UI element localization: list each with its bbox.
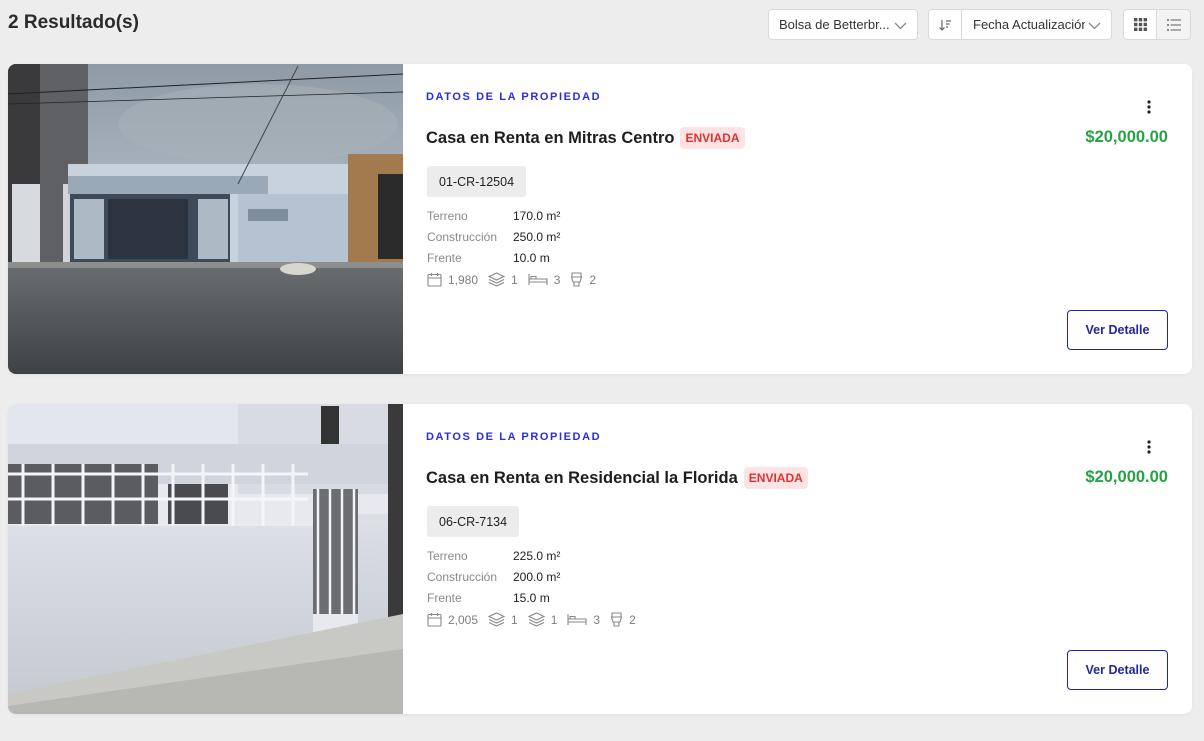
spec-value-frente: 15.0 m [513, 591, 550, 605]
floors-icon [488, 272, 506, 287]
chevron-down-icon [894, 22, 907, 30]
spec-label-terreno: Terreno [427, 549, 468, 563]
spec-label-frente: Frente [427, 591, 462, 605]
listing-card: DATOS DE LA PROPIEDAD Casa en Renta en R… [8, 404, 1192, 714]
property-price: $20,000.00 [1085, 128, 1168, 146]
status-badge: ENVIADA [743, 467, 808, 489]
sort-field-value: Fecha Actualización [973, 17, 1085, 32]
floors-count-secondary: 1 [550, 612, 558, 627]
amenities-row: 1,980 1 3 2 [427, 272, 606, 287]
section-label: DATOS DE LA PROPIEDAD [426, 431, 602, 443]
year-built: 2,005 [448, 612, 479, 627]
bathrooms-count: 2 [629, 612, 636, 627]
bed-icon [567, 614, 587, 625]
view-detail-button[interactable]: Ver Detalle [1067, 310, 1168, 350]
grid-view-icon [1133, 18, 1147, 31]
floors-count: 1 [511, 272, 518, 287]
floors-icon [488, 612, 506, 627]
toilet-icon [610, 612, 623, 627]
amenities-row: 2,005 1 1 3 2 [427, 612, 646, 627]
grid-view-button[interactable] [1123, 9, 1157, 40]
view-detail-button[interactable]: Ver Detalle [1067, 650, 1168, 690]
spec-value-frente: 10.0 m [513, 251, 550, 265]
property-price: $20,000.00 [1085, 468, 1168, 486]
property-code: 06-CR-7134 [427, 506, 520, 537]
spec-label-construccion: Construcción [427, 230, 498, 244]
sort-field-select[interactable]: Fecha Actualización [961, 9, 1112, 40]
more-options-icon[interactable] [1142, 439, 1156, 455]
spec-label-terreno: Terreno [427, 209, 468, 223]
section-label: DATOS DE LA PROPIEDAD [426, 91, 602, 103]
calendar-icon [427, 273, 442, 287]
results-count: 2 Resultado(s) [8, 12, 139, 33]
list-view-button[interactable] [1156, 9, 1191, 40]
property-code: 01-CR-12504 [427, 166, 527, 197]
property-title-text: Casa en Renta en Residencial la Florida [426, 468, 738, 487]
spec-label-frente: Frente [427, 251, 462, 265]
listing-card: DATOS DE LA PROPIEDAD Casa en Renta en M… [8, 64, 1192, 374]
spec-value-construccion: 250.0 m² [513, 230, 561, 244]
floors-count: 1 [511, 612, 518, 627]
bolsa-select[interactable]: Bolsa de Betterbr... [768, 9, 918, 40]
property-title[interactable]: Casa en Renta en Mitras Centro ENVIADA [426, 127, 745, 149]
bathrooms-count: 2 [589, 272, 597, 287]
property-photo[interactable] [8, 64, 403, 374]
bed-icon [528, 274, 548, 285]
bedrooms-count: 3 [593, 612, 601, 627]
bolsa-select-value: Bolsa de Betterbr... [779, 17, 889, 32]
list-view-icon [1166, 18, 1181, 31]
more-options-icon[interactable] [1142, 99, 1156, 115]
spec-value-terreno: 225.0 m² [513, 549, 561, 563]
chevron-down-icon [1088, 22, 1101, 30]
spec-value-terreno: 170.0 m² [513, 209, 561, 223]
floors-icon [527, 612, 545, 627]
calendar-icon [427, 613, 442, 627]
property-title[interactable]: Casa en Renta en Residencial la Florida … [426, 467, 808, 489]
bedrooms-count: 3 [553, 272, 561, 287]
spec-value-construccion: 200.0 m² [513, 570, 561, 584]
property-photo[interactable] [8, 404, 403, 714]
toilet-icon [571, 272, 583, 287]
sort-desc-icon [939, 19, 951, 31]
year-built: 1,980 [448, 272, 479, 287]
spec-label-construccion: Construcción [427, 570, 498, 584]
status-badge: ENVIADA [680, 127, 745, 149]
sort-direction-button[interactable] [928, 9, 962, 40]
property-title-text: Casa en Renta en Mitras Centro [426, 128, 675, 147]
